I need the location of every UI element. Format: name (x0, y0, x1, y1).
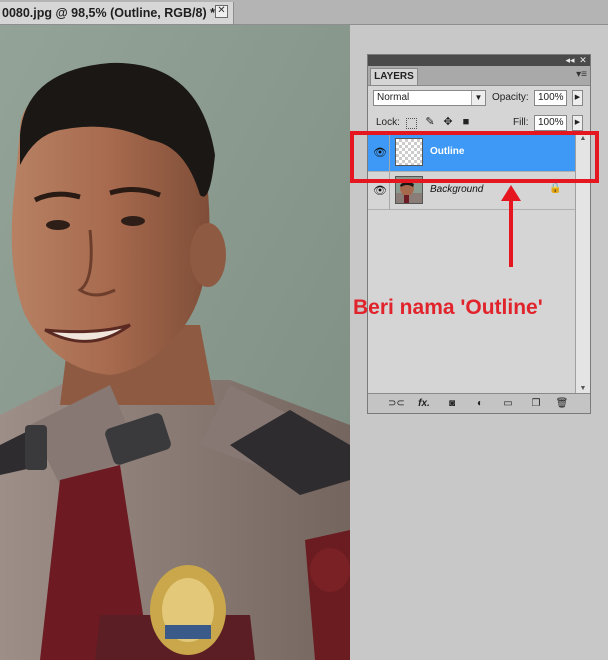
fill-slider-arrow-icon[interactable]: ▶ (572, 115, 583, 131)
annotation-text: Beri nama 'Outline' (353, 296, 543, 319)
lock-transparent-pixels-icon[interactable] (406, 118, 417, 129)
layer-name[interactable]: Background (430, 184, 483, 195)
lock-icon: 🔒 (549, 183, 562, 194)
opacity-label: Opacity: (492, 92, 529, 103)
close-panel-icon[interactable]: ✕ (577, 55, 589, 66)
layers-panel: ◂◂ ✕ LAYERS ▾≡ Normal ▼ Opacity: 100% ▶ … (367, 54, 591, 414)
fx-icon[interactable]: fx. (416, 397, 432, 410)
annotation-arrow (501, 185, 521, 267)
document-tab[interactable]: 0080.jpg @ 98,5% (Outline, RGB/8) * (0, 2, 234, 24)
link-icon[interactable]: ⊃⊂ (388, 397, 405, 410)
eye-icon: 👁 (373, 185, 387, 197)
blend-mode-select[interactable]: Normal ▼ (373, 90, 486, 106)
panel-tab-bar: LAYERS ▾≡ (368, 66, 590, 86)
adjustment-icon[interactable]: ◐ (472, 397, 488, 410)
opacity-slider-arrow-icon[interactable]: ▶ (572, 90, 583, 106)
lock-image-pixels-icon[interactable]: ✎ (424, 116, 436, 128)
new-layer-icon[interactable]: ❐ (528, 397, 544, 410)
chevron-down-icon: ▼ (471, 91, 485, 105)
fill-input[interactable]: 100% (534, 115, 567, 131)
canvas-photo[interactable] (0, 25, 350, 660)
highlight-box (350, 131, 599, 183)
fill-label: Fill: (513, 117, 529, 128)
trash-icon[interactable]: 🗑 (554, 397, 570, 410)
panel-title-strip: ◂◂ ✕ (368, 55, 590, 66)
document-tab-bar: 0080.jpg @ 98,5% (Outline, RGB/8) * ✕ (0, 0, 608, 25)
blend-opacity-row: Normal ▼ Opacity: 100% ▶ (368, 87, 590, 109)
close-document-icon[interactable]: ✕ (215, 5, 228, 18)
group-folder-icon[interactable]: ▭ (500, 397, 516, 410)
blend-mode-value: Normal (377, 92, 410, 103)
lock-label: Lock: (376, 117, 400, 128)
mask-icon[interactable]: ◙ (444, 397, 460, 410)
collapse-panel-icon[interactable]: ◂◂ (564, 55, 576, 66)
panel-footer: ⊃⊂ fx. ◙ ◐ ▭ ❐ 🗑 (368, 393, 590, 413)
panel-menu-icon[interactable]: ▾≡ (576, 69, 587, 80)
lock-position-icon[interactable]: ✥ (442, 116, 454, 128)
document-title: 0080.jpg @ 98,5% (Outline, RGB/8) * (2, 6, 215, 20)
lock-all-icon[interactable]: ■ (460, 116, 472, 128)
portrait-photo (0, 25, 350, 660)
tab-layers[interactable]: LAYERS (370, 68, 418, 85)
opacity-input[interactable]: 100% (534, 90, 567, 106)
